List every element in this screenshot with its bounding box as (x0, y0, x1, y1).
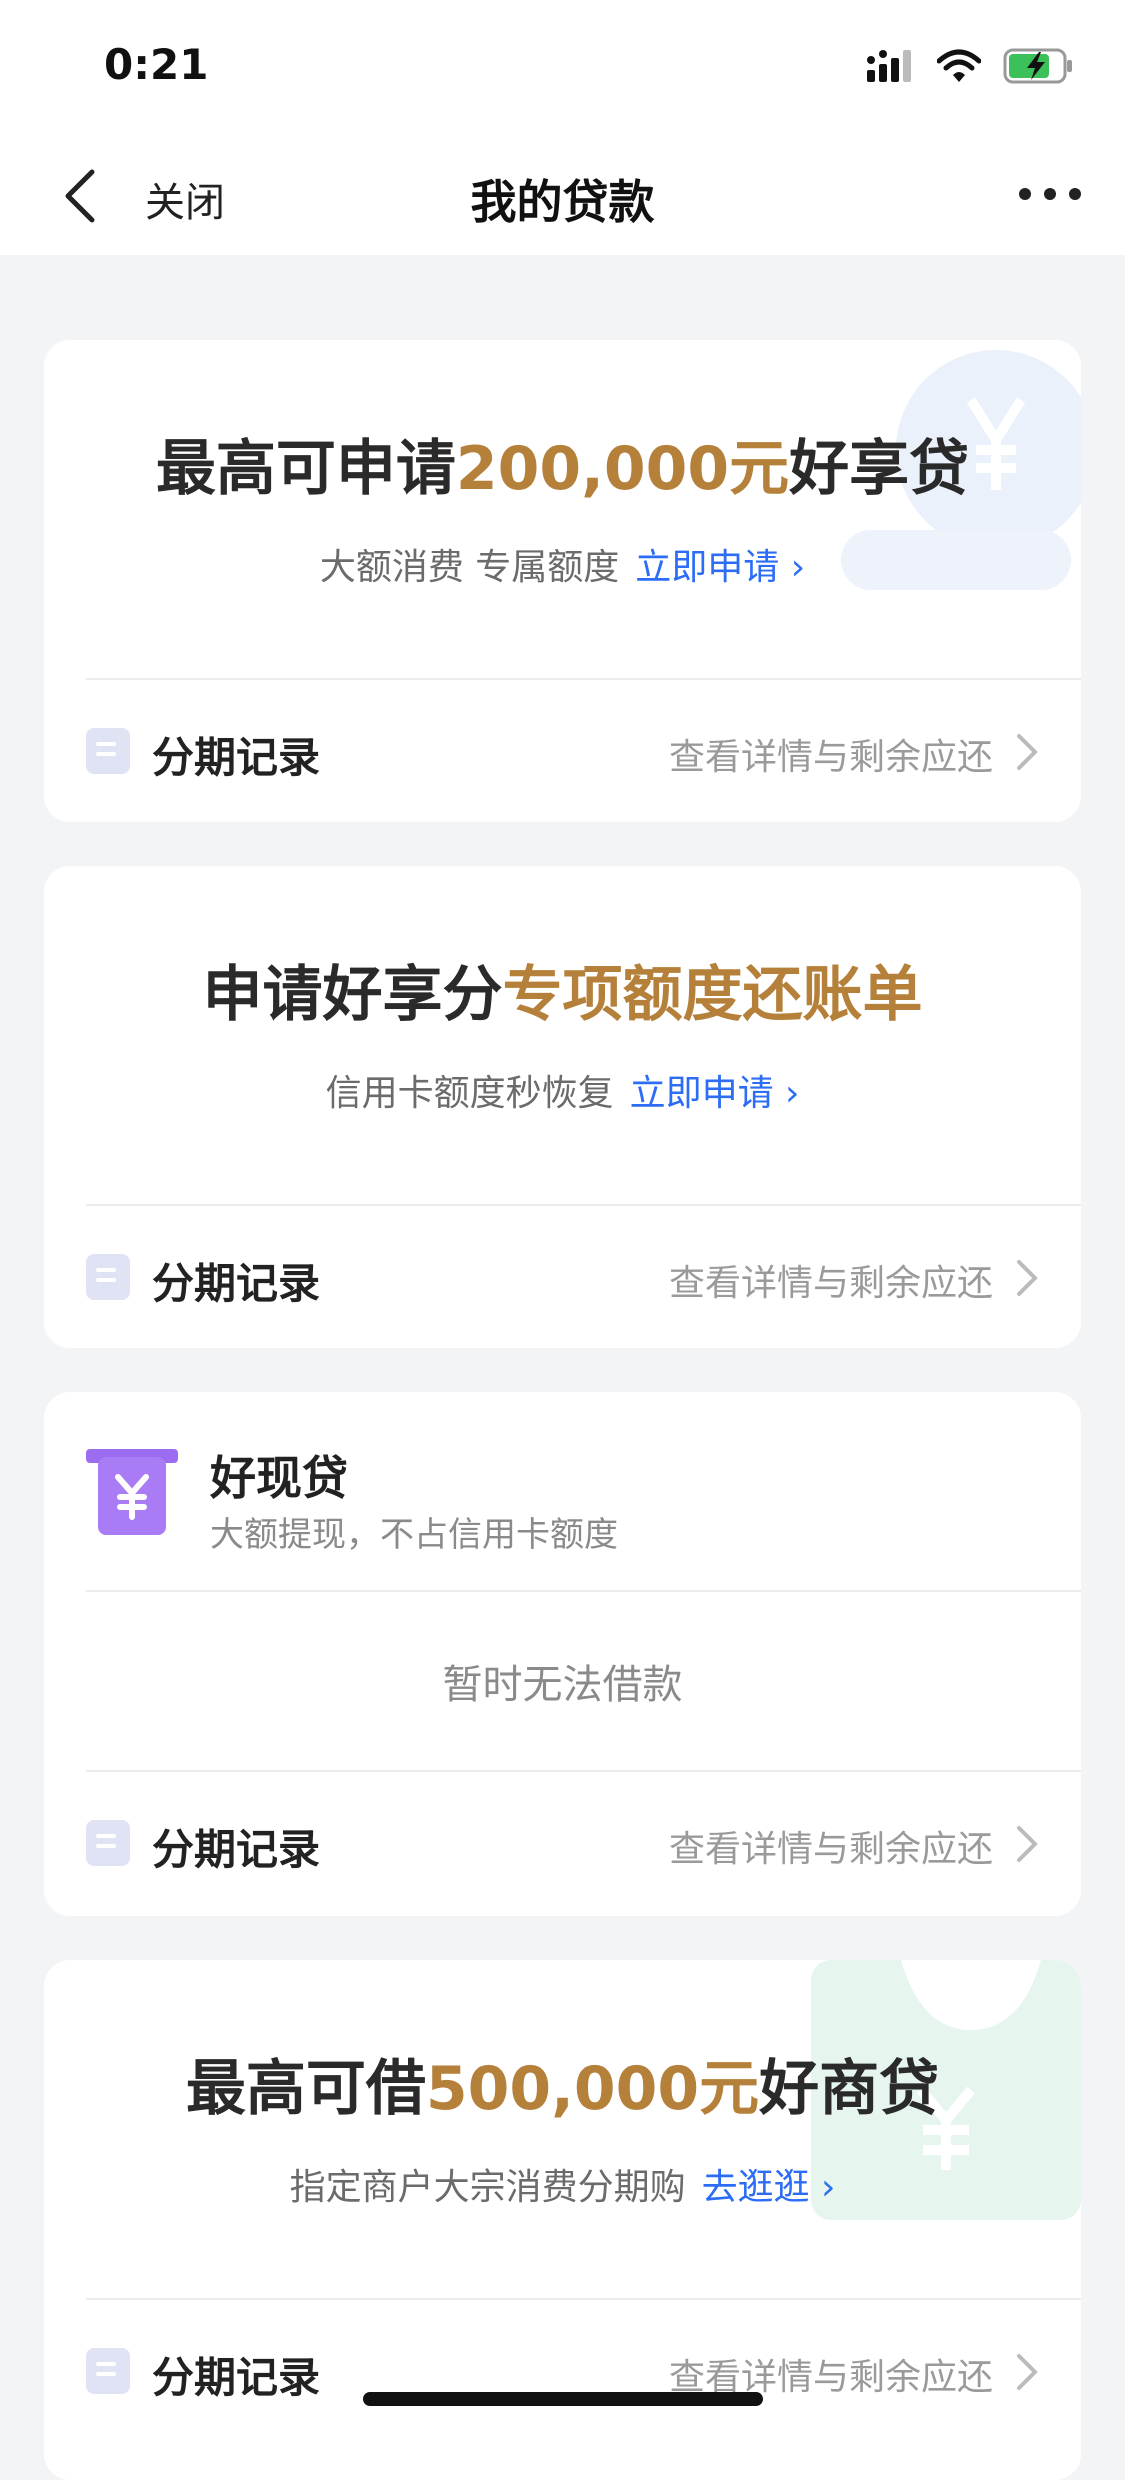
divider (86, 1204, 1081, 1206)
record-document-icon (86, 2348, 130, 2394)
cash-withdraw-icon (86, 1449, 178, 1535)
record-document-icon (86, 1254, 130, 1300)
home-indicator[interactable] (363, 2392, 763, 2406)
title-product: 好商贷 (759, 2054, 940, 2124)
record-label: 分期记录 (152, 1259, 321, 1308)
chevron-right-icon (1017, 734, 1038, 770)
go-browse-link[interactable]: 去逛逛 › (702, 2167, 836, 2208)
title-prefix: 最高可申请 (155, 434, 456, 504)
product-desc: 大额提现，不占信用卡额度 (210, 1515, 618, 1555)
record-label: 分期记录 (152, 2353, 321, 2402)
chevron-right-icon (1017, 2354, 1038, 2390)
record-detail: 查看详情与剩余应还 (668, 737, 993, 778)
record-detail: 查看详情与剩余应还 (668, 1829, 993, 1870)
page-title: 我的贷款 (470, 175, 655, 229)
divider (86, 1770, 1081, 1772)
link-chevron-icon: › (779, 547, 806, 588)
loan-card-haoxiangdai[interactable]: 最高可申请200,000元好享贷 大额消费 专属额度 立即申请 › 分期记录 查看… (44, 340, 1081, 822)
apply-now-label: 立即申请 (629, 1073, 774, 1114)
record-detail: 查看详情与剩余应还 (668, 1263, 993, 1304)
title-prefix: 申请好享分 (202, 960, 503, 1030)
title-product: 好享贷 (789, 434, 970, 504)
record-label: 分期记录 (152, 733, 321, 782)
battery-charging-icon (1003, 48, 1072, 84)
apply-now-label: 立即申请 (635, 547, 780, 588)
status-bar: 0:21 (0, 0, 1125, 140)
card-title: 最高可借500,000元好商贷 (44, 2040, 1081, 2127)
record-document-icon (86, 728, 130, 774)
apply-now-link[interactable]: 立即申请 › (635, 547, 805, 588)
chevron-right-icon (1017, 1260, 1038, 1296)
card-title: 最高可申请200,000元好享贷 (44, 420, 1081, 507)
apply-now-link[interactable]: 立即申请 › (630, 1073, 800, 1114)
card-subtitle: 大额消费 专属额度 立即申请 › (44, 538, 1081, 590)
title-accent: 专项额度还账单 (502, 960, 923, 1030)
divider (86, 2298, 1081, 2300)
subtitle-text: 指定商户大宗消费分期购 (289, 2167, 686, 2208)
card-subtitle: 指定商户大宗消费分期购 去逛逛 › (44, 2158, 1081, 2210)
product-name: 好现贷 (210, 1451, 348, 1505)
status-icons (867, 48, 1075, 84)
subtitle-text: 信用卡额度秒恢复 (325, 1073, 614, 1114)
chevron-right-icon (1017, 1826, 1038, 1862)
title-prefix: 最高可借 (185, 2054, 426, 2124)
card-subtitle: 信用卡额度秒恢复 立即申请 › (44, 1064, 1081, 1116)
installment-record-row[interactable]: 分期记录 查看详情与剩余应还 (44, 1236, 1081, 1316)
status-time: 0:21 (104, 40, 209, 89)
nav-bar: 关闭 我的贷款 (0, 140, 1125, 255)
divider (86, 1590, 1081, 1592)
title-amount: 500,000元 (425, 2054, 760, 2124)
more-icon[interactable] (1015, 182, 1085, 206)
link-chevron-icon: › (773, 1073, 800, 1114)
title-amount: 200,000元 (455, 434, 790, 504)
divider (86, 678, 1081, 680)
installment-record-row[interactable]: 分期记录 查看详情与剩余应还 (44, 710, 1081, 790)
record-label: 分期记录 (152, 1825, 321, 1874)
loan-status: 暂时无法借款 (442, 1662, 683, 1708)
loan-card-haoxiangfen[interactable]: 申请好享分专项额度还账单 信用卡额度秒恢复 立即申请 › 分期记录 查看详情与剩余… (44, 866, 1081, 1348)
record-document-icon (86, 1820, 130, 1866)
card-title: 申请好享分专项额度还账单 (44, 946, 1081, 1033)
wifi-icon (937, 49, 981, 82)
go-browse-label: 去逛逛 (701, 2167, 810, 2208)
installment-record-row[interactable]: 分期记录 查看详情与剩余应还 (44, 1802, 1081, 1882)
loan-card-haoxiandai[interactable]: 好现贷 大额提现，不占信用卡额度 暂时无法借款 分期记录 查看详情与剩余应还 (44, 1392, 1081, 1916)
link-chevron-icon: › (809, 2167, 836, 2208)
subtitle-text: 大额消费 专属额度 (319, 547, 620, 588)
signal-icon (867, 50, 911, 82)
